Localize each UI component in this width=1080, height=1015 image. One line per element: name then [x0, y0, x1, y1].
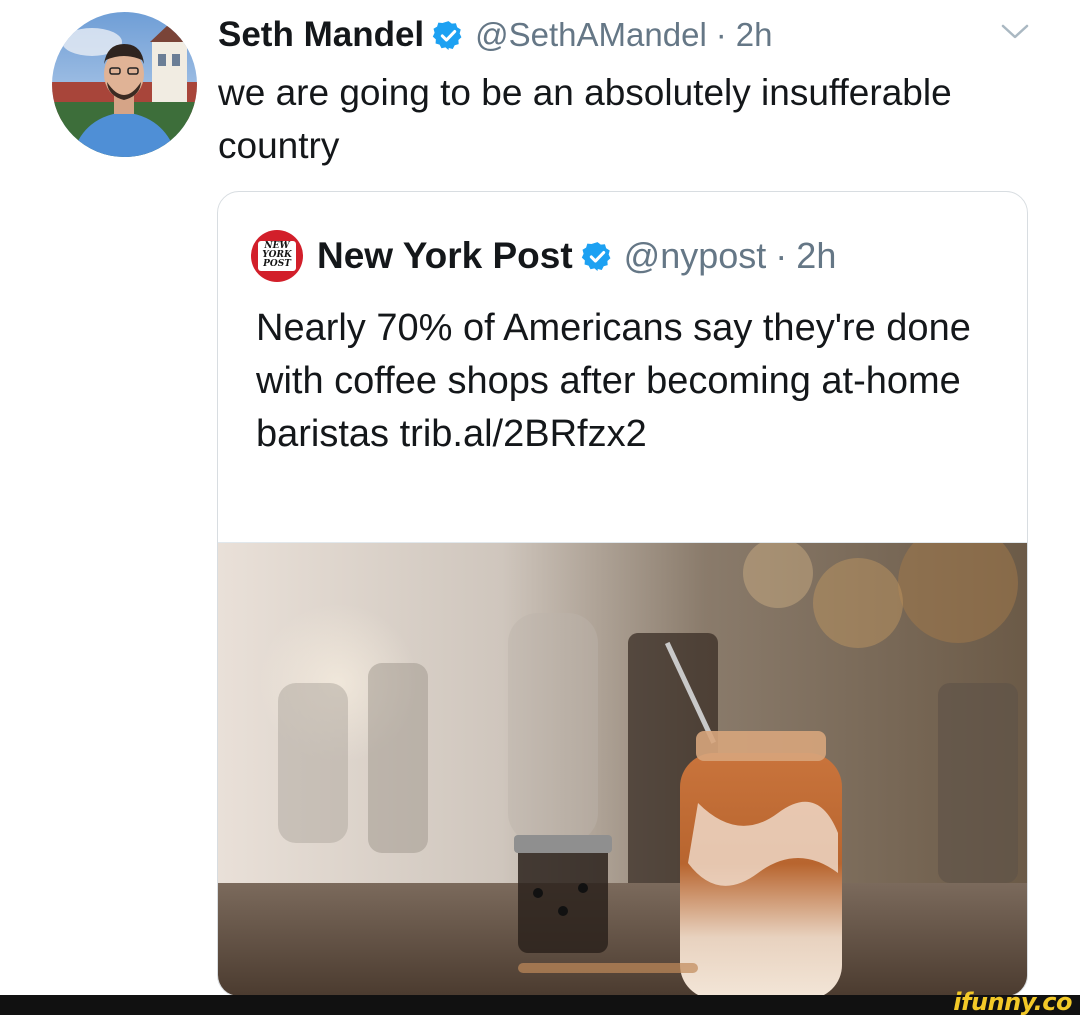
author-name[interactable]: Seth Mandel [218, 15, 424, 55]
tweet-text: we are going to be an absolutely insuffe… [218, 72, 952, 166]
quoted-tweet-header: NEW YORK POST New York Post @nypost · 2h [251, 226, 836, 286]
author-handle[interactable]: @SethAMandel [475, 16, 707, 54]
nypost-logo-text: NEW YORK POST [258, 241, 296, 271]
nypost-logo[interactable]: NEW YORK POST [251, 230, 303, 282]
quoted-tweet-card[interactable]: NEW YORK POST New York Post @nypost · 2h N… [217, 191, 1028, 997]
watermark-bar [0, 995, 1080, 1015]
header-separator: · [715, 16, 727, 53]
quoted-tweet-image[interactable] [218, 542, 1027, 996]
verified-badge-icon [432, 19, 465, 52]
author-avatar[interactable] [52, 12, 197, 157]
quoted-author-name[interactable]: New York Post [317, 235, 573, 277]
quoted-author-handle[interactable]: @nypost [624, 235, 767, 277]
ifunny-watermark: ifunny.co [953, 988, 1072, 1015]
quoted-header-separator: · [775, 235, 788, 276]
tweet-header: Seth Mandel @SethAMandel · 2h [218, 12, 773, 58]
quoted-tweet-timestamp[interactable]: 2h [796, 235, 836, 277]
caret-down-icon[interactable] [1000, 20, 1030, 42]
quoted-tweet-text: Nearly 70% of Americans say they're done… [256, 307, 971, 455]
verified-badge-icon [581, 240, 614, 273]
tweet-timestamp[interactable]: 2h [736, 16, 773, 54]
